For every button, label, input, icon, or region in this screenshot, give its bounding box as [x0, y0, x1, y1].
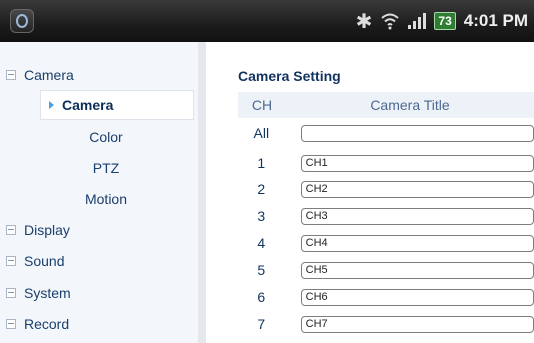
table-row: 5 [238, 257, 534, 283]
camera-title-input-2[interactable] [300, 180, 534, 198]
sidebar-item-display[interactable]: Display [0, 215, 198, 245]
camera-setting-panel: Camera Setting CH Camera Title All 1 2 3… [206, 42, 534, 343]
channel-label: 7 [257, 316, 266, 332]
channel-label: 4 [257, 235, 266, 251]
table-row: 3 [238, 203, 534, 229]
camera-title-input-all[interactable] [300, 124, 534, 142]
camera-title-input-3[interactable] [300, 207, 534, 225]
sidebar-subitem-color[interactable]: Color [0, 122, 198, 152]
sidebar-subitem-label: Color [89, 129, 123, 145]
table-row: 6 [238, 284, 534, 310]
sidebar-subitem-ptz[interactable]: PTZ [0, 153, 198, 183]
channel-label: 2 [257, 181, 266, 197]
table-row: 2 [238, 176, 534, 202]
sidebar-subitem-motion[interactable]: Motion [0, 184, 198, 214]
camera-title-input-5[interactable] [300, 261, 534, 279]
camera-title-input-7[interactable] [300, 315, 534, 333]
camera-title-input-4[interactable] [300, 234, 534, 252]
sidebar-item-label: Record [24, 316, 70, 332]
column-header-camera-title: Camera Title [370, 97, 450, 113]
page-title: Camera Setting [238, 68, 341, 84]
table-header: CH Camera Title [238, 92, 534, 118]
status-icons: ✱ 73 4:01 PM [356, 0, 528, 42]
sidebar-item-sound[interactable]: Sound [0, 246, 198, 276]
bluetooth-icon: ✱ [355, 10, 373, 33]
column-header-ch: CH [251, 97, 273, 113]
sidebar-item-camera[interactable]: Camera [0, 60, 198, 90]
battery-icon: 73 [434, 12, 456, 30]
sidebar-subitem-camera[interactable]: Camera [40, 90, 194, 120]
wifi-icon [381, 13, 400, 30]
collapse-icon [6, 288, 16, 298]
sidebar-subitem-label: PTZ [92, 160, 120, 176]
table-row: 7 [238, 311, 534, 337]
sidebar-item-system[interactable]: System [0, 278, 198, 308]
sidebar-item-label: Camera [24, 67, 74, 83]
status-bar: ✱ 73 4:01 PM [0, 0, 534, 42]
sidebar-subitem-label: Camera [62, 97, 114, 113]
collapse-icon [6, 256, 16, 266]
channel-label: 3 [257, 208, 266, 224]
arrow-right-icon [49, 101, 54, 109]
sidebar-item-label: System [24, 285, 71, 301]
collapse-icon [6, 319, 16, 329]
channel-label: 1 [257, 155, 266, 171]
table-row: All [238, 120, 534, 146]
sidebar-item-label: Sound [24, 253, 65, 269]
sidebar: Camera Camera Color PTZ Motion Display S… [0, 42, 206, 343]
channel-label: 5 [257, 262, 266, 278]
camera-title-input-6[interactable] [300, 288, 534, 306]
signal-icon [408, 13, 427, 29]
table-row: 1 [238, 150, 534, 176]
sidebar-subitem-label: Motion [84, 191, 128, 207]
channel-label: 6 [257, 289, 266, 305]
sidebar-item-label: Display [24, 222, 70, 238]
table-row: 4 [238, 230, 534, 256]
sidebar-item-record[interactable]: Record [0, 309, 198, 339]
channel-label: All [253, 125, 270, 141]
clock: 4:01 PM [463, 11, 528, 30]
camera-app-icon[interactable] [10, 9, 34, 33]
collapse-icon [6, 70, 16, 80]
camera-title-input-1[interactable] [300, 154, 534, 172]
collapse-icon [6, 225, 16, 235]
